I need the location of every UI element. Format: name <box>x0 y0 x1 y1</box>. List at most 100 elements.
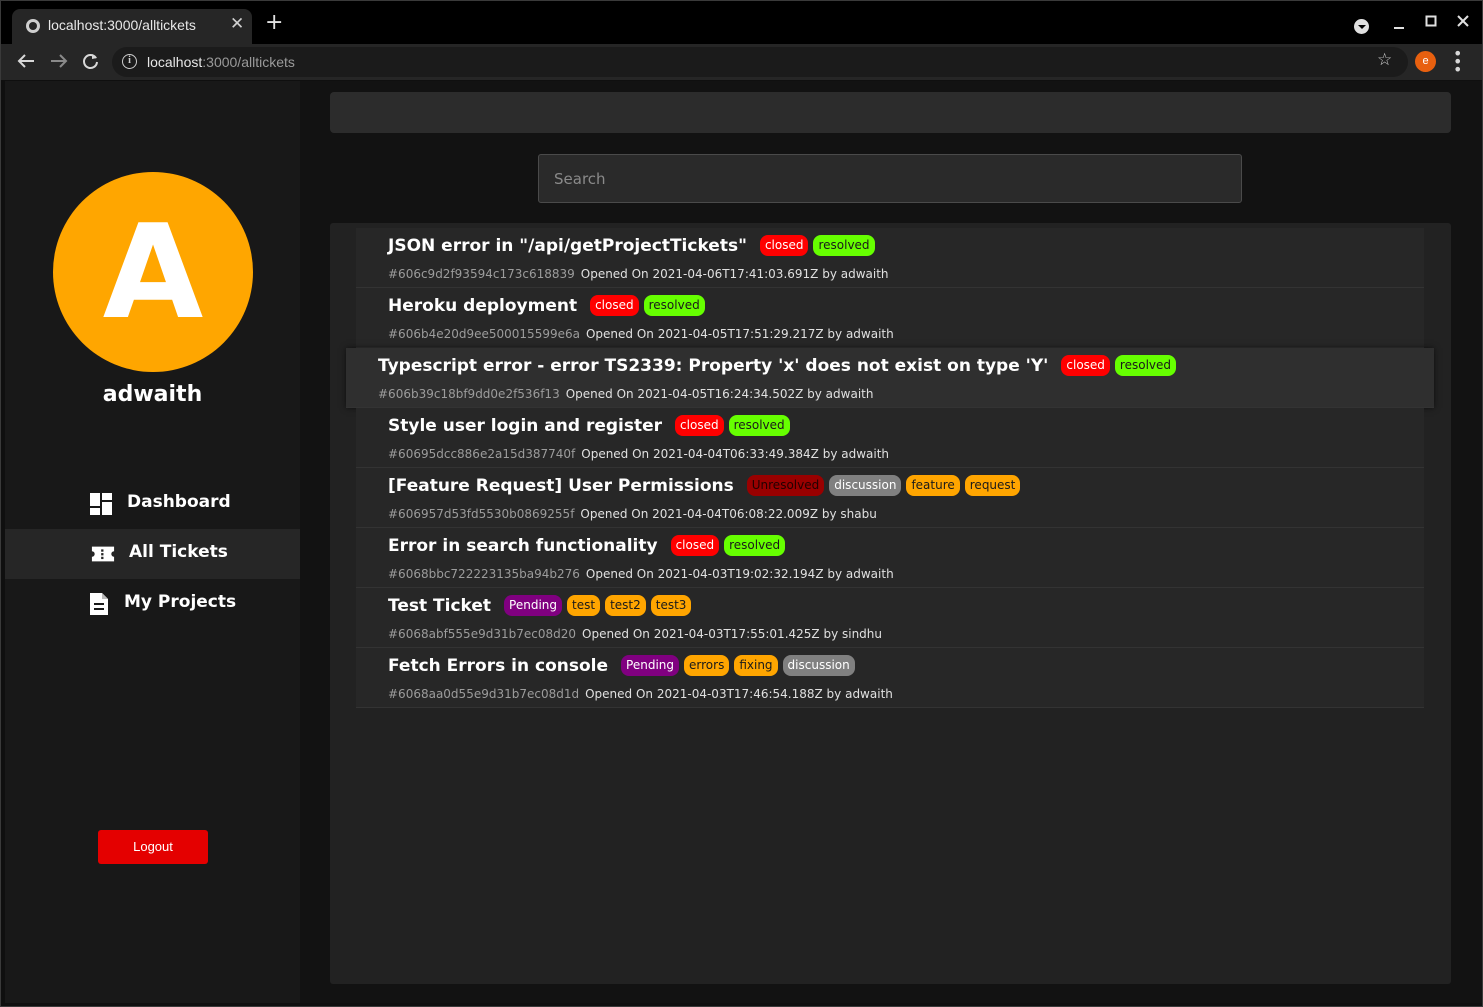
ticket-row[interactable]: Error in search functionality closed resol… <box>356 528 1424 588</box>
browser-window: localhost:3000/alltickets ✕ + i localhos… <box>0 0 1483 1007</box>
address-bar[interactable]: i localhost:3000/alltickets ☆ <box>112 47 1408 77</box>
ticket-opened: Opened On 2021-04-03T17:55:01.425Z by si… <box>582 627 882 641</box>
browser-tab[interactable]: localhost:3000/alltickets ✕ <box>12 9 252 44</box>
ticket-header: Style user login and register closed resol… <box>388 415 795 436</box>
browser-toolbar: i localhost:3000/alltickets ☆ e • • • <box>1 44 1482 80</box>
ticket-header: Fetch Errors in console Pending errors fixi… <box>388 655 860 676</box>
ticket-opened: Opened On 2021-04-05T17:51:29.217Z by ad… <box>585 327 894 341</box>
maximize-icon[interactable] <box>1425 15 1437 27</box>
kebab-icon[interactable]: • • • <box>1453 46 1462 78</box>
profile-avatar[interactable]: e <box>1415 51 1436 72</box>
tag-badge: discussion <box>829 475 902 496</box>
ticket-opened: Opened On 2021-04-04T06:08:22.009Z by sh… <box>580 507 877 521</box>
ticket-title[interactable]: [Feature Request] User Permissions <box>388 476 734 496</box>
ticket-meta: #606b4e20d9ee500015599e6a Opened On 2021-… <box>388 327 894 341</box>
ticket-row[interactable]: Heroku deployment closed resolved #606b4e20… <box>356 288 1424 348</box>
ticket-title[interactable]: Style user login and register <box>388 416 662 436</box>
ticket-meta: #606957d53fd5530b0869255f Opened On 2021-… <box>388 507 877 521</box>
ticket-header: Heroku deployment closed resolved <box>388 295 710 316</box>
star-icon[interactable]: ☆ <box>1377 50 1392 70</box>
ticket-title[interactable]: Typescript error - error TS2339: Propert… <box>378 356 1048 376</box>
top-bar <box>330 92 1451 133</box>
ticket-meta: #60695dcc886e2a15d387740f Opened On 2021-… <box>388 447 889 461</box>
ticket-meta: #6068abf555e9d31b7ec08d20 Opened On 2021-… <box>388 627 882 641</box>
sidebar-item-label: My Projects <box>124 592 237 612</box>
tag-badge: Pending <box>504 595 563 616</box>
tag-badge: closed <box>590 295 639 316</box>
sidebar-item-all-tickets[interactable]: All Tickets <box>5 529 300 579</box>
ticket-title[interactable]: Test Ticket <box>388 596 491 616</box>
tag-badge: test2 <box>605 595 646 616</box>
sidebar: A adwaith Dashboard All Tickets My Proje… <box>5 81 300 1003</box>
user-avatar: A <box>53 172 253 372</box>
ticket-meta: #606c9d2f93594c173c618839 Opened On 2021-… <box>388 267 889 281</box>
tag-badge: resolved <box>643 295 705 316</box>
document-icon <box>90 593 108 615</box>
ticket-row[interactable]: Test Ticket Pending test test2 test3 #6068abf… <box>356 588 1424 648</box>
tag-badge: resolved <box>724 535 786 556</box>
url-text: localhost:3000/alltickets <box>147 54 295 70</box>
ticket-id: #606b4e20d9ee500015599e6a <box>388 327 580 341</box>
sidebar-item-dashboard[interactable]: Dashboard <box>5 479 300 529</box>
tag-badge: request <box>964 475 1021 496</box>
back-icon[interactable] <box>17 53 35 69</box>
sidebar-item-my-projects[interactable]: My Projects <box>5 579 300 629</box>
sidebar-item-label: Dashboard <box>127 492 231 512</box>
profile-dropdown-icon[interactable] <box>1354 19 1369 34</box>
url-host: localhost <box>147 54 203 70</box>
ticket-opened: Opened On 2021-04-03T19:02:32.194Z by ad… <box>585 567 894 581</box>
ticket-opened: Opened On 2021-04-05T16:24:34.502Z by ad… <box>565 387 874 401</box>
tag-badge: feature <box>906 475 960 496</box>
tag-badge: fixing <box>734 655 778 676</box>
info-icon[interactable]: i <box>122 54 137 69</box>
ticket-id: #6068abf555e9d31b7ec08d20 <box>388 627 576 641</box>
forward-icon[interactable] <box>50 53 68 69</box>
tag-badge: discussion <box>782 655 855 676</box>
ticket-row[interactable]: Typescript error - error TS2339: Propert… <box>346 348 1434 408</box>
tag-badge: Pending <box>621 655 680 676</box>
ticket-header: Test Ticket Pending test test2 test3 <box>388 595 696 616</box>
ticket-title[interactable]: Error in search functionality <box>388 536 658 556</box>
close-icon[interactable] <box>1457 15 1469 27</box>
ticket-meta: #6068aa0d55e9d31b7ec08d1d Opened On 2021-… <box>388 687 893 701</box>
globe-icon <box>26 19 40 33</box>
tag-badge: test3 <box>650 595 692 616</box>
new-tab-button[interactable]: + <box>265 12 283 34</box>
tab-close-icon[interactable]: ✕ <box>230 14 244 34</box>
logout-button[interactable]: Logout <box>98 830 208 864</box>
ticket-id: #606b39c18bf9dd0e2f536f13 <box>378 387 560 401</box>
ticket-opened: Opened On 2021-04-06T17:41:03.691Z by ad… <box>580 267 889 281</box>
tab-title: localhost:3000/alltickets <box>48 17 196 33</box>
ticket-opened: Opened On 2021-04-03T17:46:54.188Z by ad… <box>585 687 893 701</box>
sidebar-item-label: All Tickets <box>129 542 228 562</box>
ticket-id: #6068aa0d55e9d31b7ec08d1d <box>388 687 580 701</box>
ticket-id: #606c9d2f93594c173c618839 <box>388 267 575 281</box>
tag-badge: closed <box>759 235 809 256</box>
url-path: :3000/alltickets <box>202 54 295 70</box>
ticket-header: [Feature Request] User Permissions Unreso… <box>388 475 1025 496</box>
ticket-list: JSON error in "/api/getProjectTickets" cl… <box>330 223 1451 984</box>
ticket-title[interactable]: Fetch Errors in console <box>388 656 608 676</box>
tag-badge: closed <box>675 415 724 436</box>
tag-badge: closed <box>670 535 720 556</box>
main-content: JSON error in "/api/getProjectTickets" cl… <box>300 81 1482 1003</box>
tag-badge: resolved <box>1114 355 1177 376</box>
tag-badge: closed <box>1061 355 1110 376</box>
tag-badge: test <box>567 595 601 616</box>
tab-bar: localhost:3000/alltickets ✕ + <box>1 1 1482 44</box>
ticket-title[interactable]: Heroku deployment <box>388 296 577 316</box>
ticket-row[interactable]: [Feature Request] User Permissions Unreso… <box>356 468 1424 528</box>
ticket-row[interactable]: Fetch Errors in console Pending errors fixi… <box>356 648 1424 708</box>
ticket-title[interactable]: JSON error in "/api/getProjectTickets" <box>388 236 747 256</box>
minimize-icon[interactable] <box>1393 19 1405 31</box>
app-viewport: A adwaith Dashboard All Tickets My Proje… <box>5 81 1482 1003</box>
ticket-icon <box>91 546 115 562</box>
reload-icon[interactable] <box>82 53 99 70</box>
ticket-row[interactable]: JSON error in "/api/getProjectTickets" cl… <box>356 228 1424 288</box>
search-input[interactable] <box>538 154 1242 203</box>
ticket-meta: #6068bbc722223135ba94b276 Opened On 2021-… <box>388 567 894 581</box>
ticket-meta: #606b39c18bf9dd0e2f536f13 Opened On 2021-… <box>378 387 873 401</box>
dashboard-icon <box>90 493 112 515</box>
ticket-row[interactable]: Style user login and register closed resol… <box>356 408 1424 468</box>
ticket-id: #60695dcc886e2a15d387740f <box>388 447 576 461</box>
